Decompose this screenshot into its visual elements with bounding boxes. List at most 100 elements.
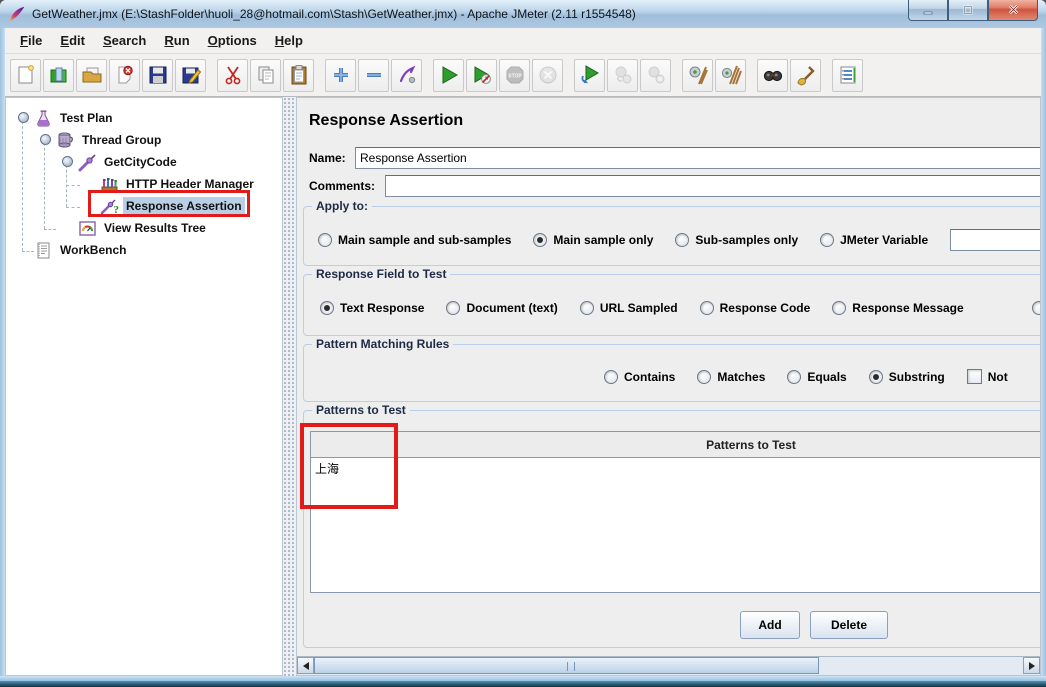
patterns-table-cell[interactable]: 上海 [311,458,1041,592]
checkbox-not[interactable]: Not [967,369,1008,384]
remote-start-all-button[interactable] [574,59,605,92]
radio-sub-samples-only[interactable]: Sub-samples only [675,233,798,247]
radio-label: Sub-samples only [695,233,798,247]
open-file-button[interactable] [76,59,107,92]
radio-jmeter-variable[interactable]: JMeter Variable [820,233,928,247]
menu-edit[interactable]: Edit [51,30,94,51]
clear-all-button[interactable] [715,59,746,92]
remote-shutdown-all-button[interactable] [640,59,671,92]
split-pane-divider[interactable] [283,97,296,676]
menubar: File Edit Search Run Options Help [5,28,1041,54]
horizontal-scrollbar[interactable] [297,656,1040,675]
scrollbar-thumb[interactable] [314,657,819,674]
cut-button[interactable] [217,59,248,92]
patterns-title: Patterns to Test [312,403,410,417]
menu-search[interactable]: Search [94,30,155,51]
close-file-icon [114,64,136,86]
checkbox-label: Not [988,370,1008,384]
add-button[interactable]: Add [740,611,800,639]
templates-button[interactable] [43,59,74,92]
radio-contains[interactable]: Contains [604,370,675,384]
window-controls [908,0,1038,21]
radio-response-message[interactable]: Response Message [832,301,963,315]
function-helper-button[interactable] [832,59,863,92]
tree-handle-getcitycode[interactable] [62,156,73,167]
scrollbar-track[interactable] [314,657,1023,675]
radio-indicator [697,370,711,384]
taskbar-sliver [0,681,1046,687]
comments-label: Comments: [309,179,375,193]
tree-handle-thread-group[interactable] [40,134,51,145]
menu-help[interactable]: Help [266,30,312,51]
close-button[interactable] [988,0,1038,21]
toggle-button[interactable] [391,59,422,92]
radio-indicator [820,233,834,247]
tree-item-label: Thread Group [79,131,164,149]
right-triangle-icon [1029,662,1035,670]
stop-button[interactable]: STOP [499,59,530,92]
radio-equals[interactable]: Equals [787,370,846,384]
collapse-all-button[interactable] [358,59,389,92]
delete-button[interactable]: Delete [810,611,888,639]
tree-item-test-plan[interactable]: Test Plan [34,107,115,129]
radio-indicator [604,370,618,384]
menu-options[interactable]: Options [199,30,266,51]
start-button[interactable] [433,59,464,92]
jmeter-variable-input[interactable] [950,229,1041,251]
tree-item-thread-group[interactable]: Thread Group [56,129,164,151]
tree-item-workbench[interactable]: WorkBench [34,239,129,261]
radio-url-sampled[interactable]: URL Sampled [580,301,678,315]
radio-indicator [869,370,883,384]
clear-button[interactable] [682,59,713,92]
radio-response-code[interactable]: Response Code [700,301,811,315]
window-title: GetWeather.jmx (E:\StashFolder\huoli_28@… [32,7,1046,21]
radio-text-response[interactable]: Text Response [320,301,424,315]
menu-run[interactable]: Run [155,30,198,51]
radio-indicator [318,233,332,247]
maximize-button[interactable] [948,0,988,21]
expand-all-button[interactable] [325,59,356,92]
tree-handle-test-plan[interactable] [18,112,29,123]
minimize-button[interactable] [908,0,948,21]
stop-icon: STOP [504,64,526,86]
radio-main-sample-only[interactable]: Main sample only [533,233,653,247]
apply-to-group: Apply to: Main sample and sub-samples Ma… [303,206,1041,266]
titlebar[interactable]: GetWeather.jmx (E:\StashFolder\huoli_28@… [0,0,1046,29]
copy-button[interactable] [250,59,281,92]
tree-item-getcitycode[interactable]: GetCityCode [78,151,180,173]
tree-item-view-results-tree[interactable]: View Results Tree [78,217,209,239]
scroll-right-arrow[interactable] [1023,657,1040,674]
menu-file[interactable]: File [11,30,51,51]
open-file-icon [81,64,103,86]
radio-label: JMeter Variable [840,233,928,247]
radio-substring[interactable]: Substring [869,370,945,384]
workbench-icon [34,241,53,260]
start-no-timers-button[interactable] [466,59,497,92]
radio-indicator [580,301,594,315]
radio-document-text[interactable]: Document (text) [446,301,557,315]
expand-all-icon [330,64,352,86]
save-button[interactable] [142,59,173,92]
radio-indicator [700,301,714,315]
search-reset-button[interactable] [790,59,821,92]
remote-stop-all-button[interactable] [607,59,638,92]
name-input[interactable] [355,147,1041,169]
scroll-left-arrow[interactable] [297,657,314,674]
cut-icon [222,64,244,86]
name-label: Name: [309,151,346,165]
radio-indicator [533,233,547,247]
close-file-button[interactable] [109,59,140,92]
save-as-button[interactable] [175,59,206,92]
search-button[interactable] [757,59,788,92]
radio-main-sample-and-sub-samples[interactable]: Main sample and sub-samples [318,233,511,247]
comments-input[interactable] [385,175,1041,197]
radio-response-headers-partial[interactable] [1032,301,1041,315]
radio-matches[interactable]: Matches [697,370,765,384]
patterns-table-header: Patterns to Test [311,432,1041,458]
paste-button[interactable] [283,59,314,92]
radio-label: Matches [717,370,765,384]
tree-item-label: Test Plan [57,109,115,127]
new-file-button[interactable] [10,59,41,92]
shutdown-button[interactable] [532,59,563,92]
start-no-timers-icon [471,64,493,86]
